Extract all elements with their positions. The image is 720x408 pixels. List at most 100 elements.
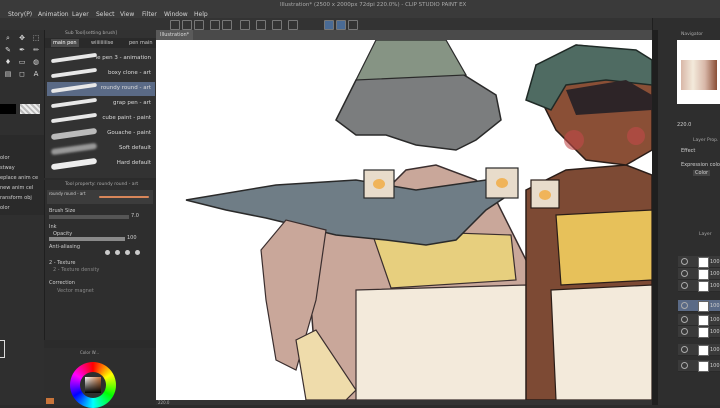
redo-icon[interactable] bbox=[222, 20, 232, 30]
brush-item[interactable]: boxy clone - art bbox=[47, 67, 155, 81]
transform-icon[interactable] bbox=[272, 20, 282, 30]
left-item-1[interactable]: stway bbox=[0, 165, 15, 171]
preview-label: roundy round - art bbox=[49, 191, 86, 196]
menu-window[interactable]: Window bbox=[164, 11, 188, 18]
eye-icon[interactable] bbox=[681, 328, 688, 335]
ink-label: Ink bbox=[49, 224, 57, 230]
panel-collapse-handle[interactable] bbox=[0, 340, 5, 358]
snap-grid-icon[interactable] bbox=[336, 20, 346, 30]
menu-select[interactable]: Select bbox=[96, 11, 115, 18]
tab-pen-main[interactable]: pen main bbox=[127, 39, 155, 47]
correction-label: Correction bbox=[49, 280, 75, 286]
antialias-options[interactable] bbox=[105, 250, 151, 256]
antialias-none[interactable] bbox=[105, 250, 110, 255]
brush-size-value[interactable]: 7.0 bbox=[131, 213, 139, 219]
antialias-strong[interactable] bbox=[134, 250, 140, 255]
brush-item[interactable]: grap pen - art bbox=[47, 97, 155, 111]
menu-story[interactable]: Story(P) bbox=[8, 11, 32, 18]
eye-icon[interactable] bbox=[681, 270, 688, 277]
tab-wise[interactable]: wiiiiiiiiise bbox=[89, 39, 115, 47]
save-icon[interactable] bbox=[194, 20, 204, 30]
gradient-icon[interactable]: ▤ bbox=[4, 70, 12, 78]
deselect-icon[interactable] bbox=[288, 20, 298, 30]
menu-animation[interactable]: Animation bbox=[38, 11, 69, 18]
layer-row[interactable]: 100 bbox=[678, 326, 720, 338]
brush-item[interactable]: le pen 3 - animation bbox=[47, 52, 155, 66]
expression-color-select[interactable]: Color bbox=[693, 170, 711, 176]
fill-icon[interactable]: ◍ bbox=[32, 58, 40, 66]
snap-perspective-icon[interactable] bbox=[348, 20, 358, 30]
drawing-canvas[interactable] bbox=[156, 40, 652, 400]
brush-item[interactable]: cube paint - paint bbox=[47, 112, 155, 126]
zoom-icon[interactable]: ⌕ bbox=[4, 34, 12, 42]
brush-item[interactable]: Hard default bbox=[47, 157, 155, 171]
menu-view[interactable]: View bbox=[120, 11, 134, 18]
zoom-readout[interactable]: 220.0 bbox=[158, 400, 169, 405]
layer-panel-header: Layer bbox=[699, 232, 712, 237]
transparent-color-swatch[interactable] bbox=[20, 104, 40, 114]
left-item-2[interactable]: eplace anim ce bbox=[0, 175, 38, 181]
main-color-swatch[interactable] bbox=[0, 104, 16, 114]
menu-layer[interactable]: Layer bbox=[72, 11, 89, 18]
figure-icon[interactable]: ◻ bbox=[18, 70, 26, 78]
layer-row[interactable]: 100 bbox=[678, 268, 720, 280]
layer-row[interactable]: 100 bbox=[678, 256, 720, 268]
saturation-square[interactable] bbox=[85, 377, 101, 393]
expression-color-label: Expression colo bbox=[681, 162, 720, 168]
vertical-scrollbar[interactable] bbox=[652, 30, 658, 405]
select-icon[interactable]: ⬚ bbox=[32, 34, 40, 42]
eye-icon[interactable] bbox=[681, 362, 688, 369]
tab-main-pen[interactable]: main pen bbox=[51, 39, 79, 47]
eye-icon[interactable] bbox=[681, 302, 688, 309]
brush-stroke-preview bbox=[50, 97, 98, 109]
brush-size-slider[interactable] bbox=[49, 215, 129, 219]
open-icon[interactable] bbox=[182, 20, 192, 30]
undo-icon[interactable] bbox=[210, 20, 220, 30]
antialias-weak[interactable] bbox=[114, 250, 120, 255]
layer-thumbnail bbox=[698, 315, 709, 326]
eye-icon[interactable] bbox=[681, 258, 688, 265]
pen-icon[interactable]: ✒ bbox=[18, 46, 26, 54]
brush-stroke-preview bbox=[50, 127, 98, 141]
new-icon[interactable] bbox=[170, 20, 180, 30]
brush-item[interactable]: Gouache - paint bbox=[47, 127, 155, 141]
menu-help[interactable]: Help bbox=[194, 11, 208, 18]
pencil-icon[interactable]: ✏ bbox=[32, 46, 40, 54]
layer-row-selected[interactable]: 100 bbox=[678, 300, 720, 312]
eraser-icon[interactable]: ▭ bbox=[18, 58, 26, 66]
navigator-preview[interactable] bbox=[677, 40, 720, 104]
eyedropper-icon[interactable]: ✎ bbox=[4, 46, 12, 54]
brush-icon[interactable]: ♦ bbox=[4, 58, 12, 66]
navigator-zoom[interactable]: 220.0 bbox=[677, 122, 691, 128]
opacity-slider[interactable] bbox=[49, 237, 125, 241]
vector-magnet[interactable]: Vector magnet bbox=[57, 288, 94, 294]
layer-thumbnail bbox=[698, 327, 709, 338]
layer-row[interactable]: 100 bbox=[678, 344, 720, 356]
eye-icon[interactable] bbox=[681, 346, 688, 353]
layer-row[interactable]: 100 bbox=[678, 314, 720, 326]
antialias-medium[interactable] bbox=[124, 250, 130, 255]
window-title: Illustration* (2500 x 2000px 72dpi 220.0… bbox=[280, 2, 467, 8]
left-item-5[interactable]: olor bbox=[0, 205, 10, 211]
canvas-tab[interactable]: Illustration* bbox=[156, 30, 194, 40]
left-item-3[interactable]: new anim cel bbox=[0, 185, 33, 191]
texture-section[interactable]: 2 - Texture bbox=[49, 260, 75, 266]
eye-icon[interactable] bbox=[681, 282, 688, 289]
current-color-swatch[interactable] bbox=[46, 398, 54, 404]
layer-property-header: Layer Prop. bbox=[693, 138, 719, 143]
eye-icon[interactable] bbox=[681, 316, 688, 323]
left-item-4[interactable]: ransform obj bbox=[0, 195, 32, 201]
move-icon[interactable]: ✥ bbox=[18, 34, 26, 42]
brush-item-selected[interactable]: roundy round - art bbox=[47, 82, 155, 96]
left-item-0[interactable]: olor bbox=[0, 155, 10, 161]
menu-filter[interactable]: Filter bbox=[142, 11, 157, 18]
snap-ruler-icon[interactable] bbox=[324, 20, 334, 30]
clear-icon[interactable] bbox=[256, 20, 266, 30]
navigator-header: Navigator bbox=[681, 32, 704, 37]
layer-row[interactable]: 100 bbox=[678, 360, 720, 372]
layer-row[interactable]: 100 bbox=[678, 280, 720, 292]
brush-item[interactable]: Soft default bbox=[47, 142, 155, 156]
settings-icon[interactable] bbox=[240, 20, 250, 30]
text-icon[interactable]: A bbox=[32, 70, 40, 78]
opacity-value[interactable]: 100 bbox=[127, 235, 137, 241]
